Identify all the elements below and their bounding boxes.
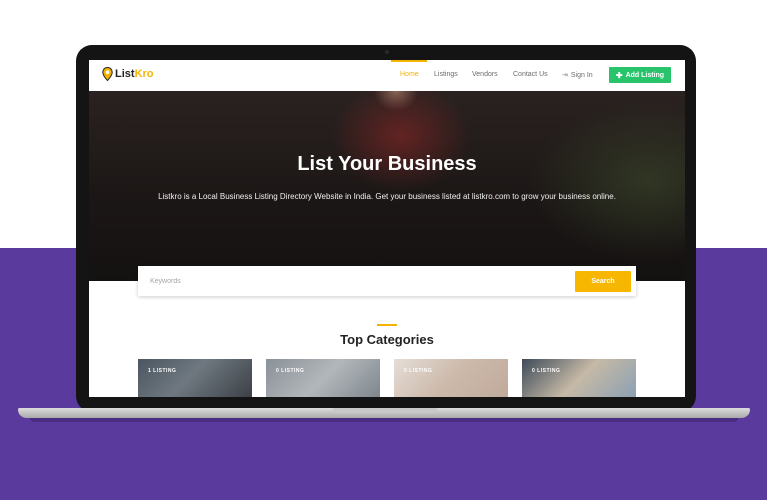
site-logo[interactable]: List Kro	[102, 67, 154, 81]
sign-in-icon: ⇥	[562, 72, 568, 79]
category-count: 1 LISTING	[148, 368, 177, 374]
nav-listings[interactable]: Listings	[434, 71, 458, 78]
category-count: 0 LISTING	[276, 368, 305, 374]
logo-text-list: List	[115, 68, 135, 80]
sign-in-label: Sign In	[570, 71, 593, 79]
category-count: 0 LISTING	[532, 368, 561, 374]
search-button[interactable]: Search	[575, 271, 631, 292]
nav-contact-us[interactable]: Contact Us	[513, 71, 548, 78]
nav-vendors[interactable]: Vendors	[472, 71, 498, 78]
category-card[interactable]: 0 LISTING	[266, 359, 380, 397]
navbar: List Kro Home Listings Vendors Contact Us…	[89, 60, 685, 91]
laptop-notch	[333, 408, 437, 413]
add-listing-button[interactable]: ✚ Add Listing	[609, 67, 671, 83]
categories-accent-bar	[377, 324, 397, 326]
sign-in-link[interactable]: ⇥ Sign In	[562, 71, 593, 80]
add-listing-label: Add Listing	[625, 71, 665, 79]
map-pin-icon	[102, 67, 113, 81]
laptop-screen: List Your Business Listkro is a Local Bu…	[89, 60, 685, 397]
nav-active-indicator	[391, 60, 427, 62]
nav-home[interactable]: Home	[400, 71, 419, 78]
category-card[interactable]: 1 LISTING	[138, 359, 252, 397]
category-count: 0 LISTING	[404, 368, 433, 374]
logo-text-kro: Kro	[134, 68, 154, 80]
hero-title: List Your Business	[297, 153, 477, 175]
camera-icon	[385, 50, 389, 54]
hero-subtitle: Listkro is a Local Business Listing Dire…	[158, 192, 616, 201]
category-card[interactable]: 0 LISTING	[394, 359, 508, 397]
categories-title: Top Categories	[340, 332, 434, 347]
hero-banner: List Your Business Listkro is a Local Bu…	[89, 91, 685, 281]
search-bar: Search	[138, 266, 636, 296]
keywords-input[interactable]	[150, 266, 570, 296]
plus-icon: ✚	[615, 70, 623, 80]
laptop-base-shadow	[30, 418, 738, 422]
category-card[interactable]: 0 LISTING	[522, 359, 636, 397]
